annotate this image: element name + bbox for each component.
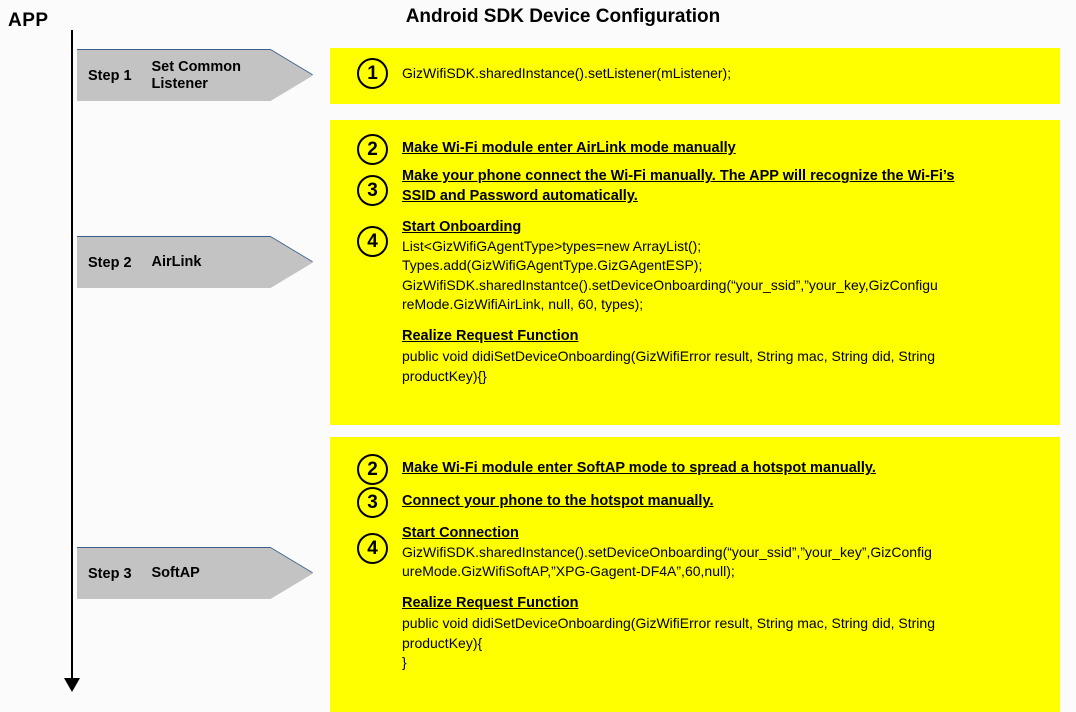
step-marker-4: 4 [357,225,388,257]
item-heading: Start Connection [402,524,519,541]
step-marker-2: 2 [357,134,388,165]
page-title: Android SDK Device Configuration [405,6,721,27]
item-heading-line-1: Make your phone connect the Wi-Fi manual… [402,168,955,185]
item-heading: Make Wi-Fi module enter SoftAP mode to s… [402,460,876,476]
panel-airlink: 2 Make Wi-Fi module enter AirLink mode m… [330,120,1060,425]
code-line: productKey){ [402,634,483,651]
timeline-axis-line [71,30,73,682]
down-arrow-icon [64,678,80,692]
step-2-name: AirLink [151,254,202,271]
item-heading: Make Wi-Fi module enter AirLink mode man… [402,140,736,156]
step-3-number: Step 3 [88,565,132,582]
code-line: reMode.GizWifiAirLink, null, 60, types); [402,296,644,313]
list-item: 4 Start Connection GizWifiSDK.sharedInst… [344,524,1046,582]
list-item: 3 Connect your phone to the hotspot manu… [344,487,1046,519]
step-3-name: SoftAP [151,565,200,582]
list-item: 1 GizWifiSDK.sharedInstance().setListene… [344,58,1046,89]
item-heading: Connect your phone to the hotspot manual… [402,493,714,510]
panel-set-common-listener: 1 GizWifiSDK.sharedInstance().setListene… [330,48,1060,104]
code-line: List<GizWifiGAgentType>types=new ArrayLi… [402,238,702,255]
step-marker-2: 2 [357,454,388,485]
realize-heading: Realize Request Function [402,328,579,345]
item-heading: Start Onboarding [402,218,522,235]
realize-request-function-block: Realize Request Function public void did… [344,594,1046,672]
realize-request-function-block: Realize Request Function public void did… [344,327,1046,386]
step-1-number: Step 1 [88,67,132,84]
step-marker-3: 3 [357,175,388,207]
step-chevron-1[interactable]: Step 1 Set Common Listener [77,50,313,101]
step-marker-1: 1 [357,58,388,89]
list-item: 2 Make Wi-Fi module enter SoftAP mode to… [344,454,1046,485]
step-1-name: Set Common Listener [151,58,241,92]
step-chevron-3[interactable]: Step 3 SoftAP [77,548,313,599]
code-line: GizWifiSDK.sharedInstance().setListener(… [402,65,732,81]
step-chevron-2[interactable]: Step 2 AirLink [77,237,313,288]
code-line: Types.add(GizWifiGAgentType.GizGAgentESP… [402,257,703,274]
step-marker-4: 4 [357,532,388,564]
code-line: public void didiSetDeviceOnboarding(GizW… [402,348,935,365]
code-line: } [402,654,407,671]
code-line: GizWifiSDK.sharedInstantce().setDeviceOn… [402,276,938,293]
step-marker-3: 3 [357,487,388,519]
panel-softap: 2 Make Wi-Fi module enter SoftAP mode to… [330,437,1060,712]
list-item: 3 Make your phone connect the Wi-Fi manu… [344,167,1046,207]
realize-heading: Realize Request Function [402,595,579,612]
code-line: ureMode.GizWifiSoftAP,”XPG-Gagent-DF4A”,… [402,563,735,580]
code-line: GizWifiSDK.sharedInstance().setDeviceOnb… [402,543,932,560]
list-item: 2 Make Wi-Fi module enter AirLink mode m… [344,134,1046,165]
code-line: public void didiSetDeviceOnboarding(GizW… [402,615,935,632]
step-2-number: Step 2 [88,254,132,271]
list-item: 4 Start Onboarding List<GizWifiGAgentTyp… [344,218,1046,315]
item-heading-line-2: SSID and Password automatically. [402,187,638,204]
code-line: productKey){} [402,367,487,384]
